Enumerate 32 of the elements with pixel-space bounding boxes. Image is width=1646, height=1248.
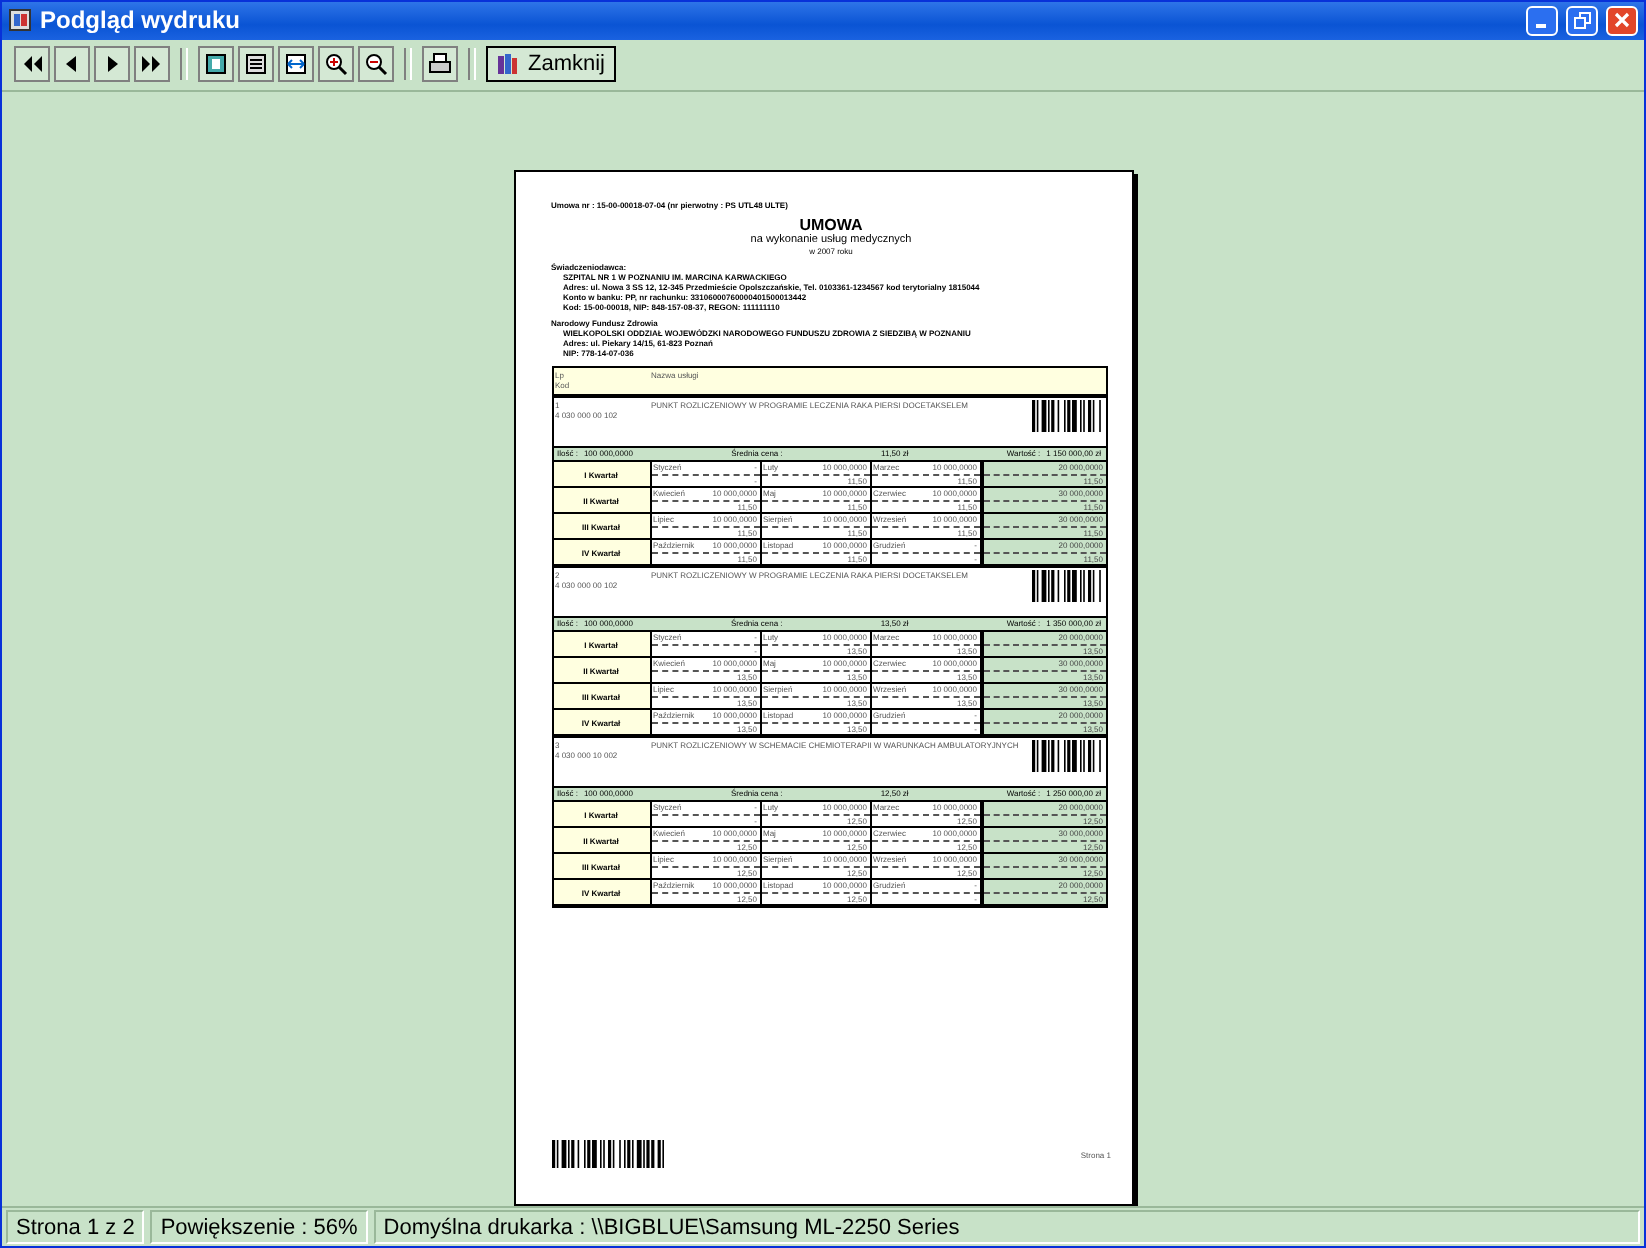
previous-page-button[interactable]	[54, 46, 90, 83]
page-width-icon	[284, 52, 308, 77]
zoom-in-button[interactable]	[318, 46, 354, 83]
double-left-arrow-icon	[20, 52, 44, 77]
document-title: UMOWA	[799, 216, 863, 235]
zoom-out-icon	[364, 52, 388, 77]
status-pane: Domyślna drukarka : \\BIGBLUE\Samsung ML-2250 Series	[373, 1210, 1640, 1244]
restore-icon	[1573, 11, 1591, 30]
one-page-button[interactable]	[198, 46, 234, 83]
app-icon	[8, 8, 32, 33]
next-page-button[interactable]	[94, 46, 130, 83]
zoom-in-icon	[324, 52, 348, 77]
status-pane: Powiększenie : 56%	[150, 1210, 368, 1244]
print-button[interactable]	[422, 46, 458, 83]
page-view-button[interactable]	[238, 46, 274, 83]
close-icon	[1614, 12, 1630, 29]
close-window-button[interactable]	[1606, 5, 1638, 36]
printer-icon	[428, 52, 452, 77]
minimize-button[interactable]	[1526, 5, 1558, 36]
double-right-arrow-icon	[140, 52, 164, 77]
last-page-button[interactable]	[134, 46, 170, 83]
page-icon	[204, 52, 228, 77]
status-pane: Strona 1 z 2	[6, 1210, 145, 1244]
barcode	[551, 1140, 663, 1169]
window-title: Podgląd wydruku	[40, 6, 243, 35]
fit-width-button[interactable]	[278, 46, 314, 83]
books-icon	[496, 52, 520, 77]
close-button[interactable]: Zamknij	[486, 46, 616, 83]
restore-button[interactable]	[1566, 5, 1598, 36]
page-lines-icon	[244, 52, 268, 77]
first-page-button[interactable]	[14, 46, 50, 83]
zoom-out-button[interactable]	[358, 46, 394, 83]
